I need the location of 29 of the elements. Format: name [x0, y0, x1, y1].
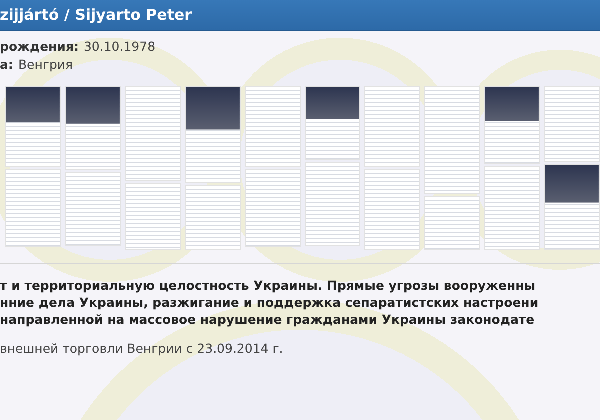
screenshot-thumbnail[interactable] [364, 86, 420, 167]
screenshot-thumbnail[interactable] [364, 169, 420, 250]
screenshot-thumbnail[interactable] [64, 172, 121, 246]
screenshot-thumbnail[interactable] [244, 86, 301, 167]
screenshot-thumbnail[interactable] [304, 86, 360, 160]
position-text: внешней торговли Венгрии с 23.09.2014 г. [0, 341, 284, 356]
screenshot-thumbnail[interactable] [424, 196, 480, 250]
description-line: нние дела Украины, разжигание и поддержка сепаратистских настроени [0, 295, 540, 310]
screenshot-thumbnail[interactable] [184, 86, 241, 184]
screenshot-thumbnail[interactable] [544, 164, 600, 250]
screenshot-thumbnail[interactable] [5, 169, 61, 248]
screenshot-thumbnail[interactable] [304, 162, 360, 246]
screenshot-thumbnail[interactable] [544, 86, 600, 162]
screenshot-thumbnail[interactable] [5, 86, 61, 167]
field-value: 30.10.1978 [84, 39, 156, 54]
description-line: т и территориальную целостность Украины. Прямые угрозы вооруженны [0, 278, 537, 293]
screenshot-thumbnail[interactable] [484, 86, 540, 164]
screenshot-thumbnail[interactable] [244, 169, 301, 248]
field-label: а: [0, 57, 14, 72]
screenshot-thumbnail[interactable] [484, 166, 540, 250]
screenshot-thumbnail[interactable] [64, 86, 121, 170]
field-value: Венгрия [18, 57, 74, 72]
screenshot-thumbnail[interactable] [184, 185, 241, 250]
person-name: zijjártó / Sijyarto Peter [0, 6, 192, 24]
description-line: направленной на массовое нарушение гражданами Украины законодате [0, 312, 536, 327]
screenshot-thumbnail[interactable] [124, 86, 181, 180]
screenshot-thumbnail[interactable] [424, 86, 480, 194]
field-label: рождения: [0, 39, 79, 54]
screenshot-thumbnail[interactable] [124, 182, 181, 250]
